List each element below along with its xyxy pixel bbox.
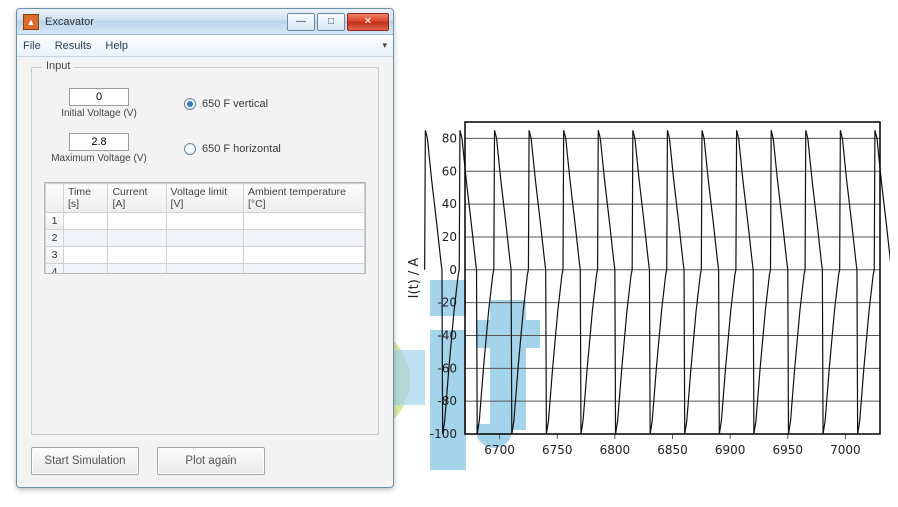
group-legend: Input — [42, 60, 74, 72]
svg-text:7000: 7000 — [830, 443, 861, 457]
app-icon: ▲ — [23, 14, 39, 30]
close-button[interactable]: ✕ — [347, 13, 389, 31]
menu-file[interactable]: File — [23, 40, 41, 52]
app-window: ▲ Excavator — □ ✕ File Results Help ▾ In… — [16, 8, 394, 488]
svg-text:I(t) / A: I(t) / A — [407, 258, 422, 299]
menu-results[interactable]: Results — [55, 40, 92, 52]
toolbar-overflow-icon[interactable]: ▾ — [382, 40, 387, 51]
menu-help[interactable]: Help — [105, 40, 128, 52]
svg-text:6700: 6700 — [484, 443, 515, 457]
radio-horizontal-label: 650 F horizontal — [202, 143, 281, 155]
radio-vertical-label: 650 F vertical — [202, 98, 268, 110]
svg-text:60: 60 — [442, 164, 457, 178]
radio-vertical[interactable]: 650 F vertical — [184, 98, 268, 110]
maximize-button[interactable]: □ — [317, 13, 345, 31]
max-voltage-input[interactable] — [69, 133, 129, 151]
svg-text:6850: 6850 — [657, 443, 688, 457]
radio-dot-icon — [184, 143, 196, 155]
svg-text:0: 0 — [449, 263, 457, 277]
svg-text:6950: 6950 — [773, 443, 804, 457]
initial-voltage-input[interactable] — [69, 88, 129, 106]
window-title: Excavator — [45, 16, 287, 28]
menubar: File Results Help ▾ — [17, 35, 393, 57]
radio-dot-icon — [184, 98, 196, 110]
svg-text:40: 40 — [442, 197, 457, 211]
svg-text:-40: -40 — [437, 328, 457, 342]
param-table[interactable]: Time [s]Current [A]Voltage limit [V]Ambi… — [44, 182, 366, 274]
current-time-chart: -100-80-60-40-20020406080670067506800685… — [400, 114, 890, 474]
svg-text:6800: 6800 — [600, 443, 631, 457]
initial-voltage-label: Initial Voltage (V) — [61, 108, 137, 119]
start-simulation-button[interactable]: Start Simulation — [31, 447, 139, 475]
titlebar[interactable]: ▲ Excavator — □ ✕ — [17, 9, 393, 35]
svg-text:20: 20 — [442, 230, 457, 244]
radio-horizontal[interactable]: 650 F horizontal — [184, 143, 281, 155]
plot-again-button[interactable]: Plot again — [157, 447, 265, 475]
svg-text:6900: 6900 — [715, 443, 746, 457]
svg-text:80: 80 — [442, 131, 457, 145]
minimize-button[interactable]: — — [287, 13, 315, 31]
svg-text:6750: 6750 — [542, 443, 573, 457]
svg-text:-60: -60 — [437, 361, 457, 375]
input-group: Input Initial Voltage (V) 650 F vertical — [31, 67, 379, 435]
max-voltage-label: Maximum Voltage (V) — [51, 153, 147, 164]
